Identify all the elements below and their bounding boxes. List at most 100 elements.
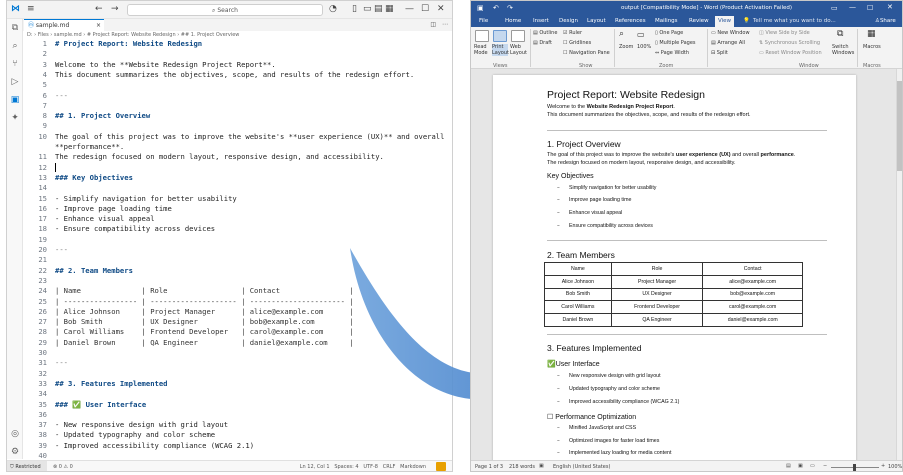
layout-icon[interactable]: ▤ bbox=[374, 4, 383, 14]
tab-mailings[interactable]: Mailings bbox=[655, 18, 678, 24]
cursor-position[interactable]: Ln 12, Col 1 bbox=[300, 464, 330, 470]
source-control-icon[interactable]: ⑂ bbox=[10, 59, 20, 69]
save-icon[interactable]: ▣ bbox=[477, 4, 484, 12]
run-debug-icon[interactable]: ▷ bbox=[10, 77, 20, 87]
breadcrumb[interactable]: D: › Files › sample.md › # Project Repor… bbox=[27, 32, 239, 38]
close-icon[interactable]: ✕ bbox=[437, 4, 445, 14]
close-icon[interactable]: ✕ bbox=[887, 3, 893, 11]
undo-icon[interactable]: ↶ bbox=[493, 4, 499, 12]
customize-layout-icon[interactable]: ▦ bbox=[385, 4, 394, 14]
code-line[interactable]: Welcome to the **Website Redesign Projec… bbox=[55, 60, 276, 69]
split-editor-icon[interactable]: ◫ bbox=[430, 21, 436, 28]
zoom-level[interactable]: 100% bbox=[888, 464, 902, 470]
code-line[interactable]: | Name | Role | Contact | bbox=[55, 286, 354, 295]
code-line[interactable]: | Alice Johnson | Project Manager | alic… bbox=[55, 307, 354, 316]
toggle-panel-icon[interactable]: ▯ bbox=[352, 4, 357, 14]
language-mode[interactable]: Markdown bbox=[400, 464, 426, 470]
share-button[interactable]: ♙Share bbox=[875, 18, 896, 24]
minimize-icon[interactable]: — bbox=[849, 3, 856, 11]
code-line[interactable]: - Improved accessibility compliance (WCA… bbox=[55, 441, 254, 450]
code-line[interactable]: This document summarizes the objectives,… bbox=[55, 70, 414, 79]
switch-windows-icon[interactable]: ⧉ bbox=[837, 29, 843, 39]
new-window-button[interactable]: ▭ New Window bbox=[711, 30, 750, 36]
ruler-checkbox[interactable]: ☑ Ruler bbox=[563, 30, 582, 36]
web-layout-status-icon[interactable]: ▭ bbox=[810, 463, 815, 469]
document-page[interactable]: Project Report: Website Redesign Welcome… bbox=[493, 75, 856, 471]
code-line[interactable]: - New responsive design with grid layout bbox=[55, 420, 228, 429]
multiple-pages-button[interactable]: ▯ Multiple Pages bbox=[655, 40, 696, 46]
tab-home[interactable]: Home bbox=[505, 18, 521, 24]
read-mode-button[interactable]: Read Mode bbox=[474, 44, 490, 56]
maximize-icon[interactable]: ☐ bbox=[867, 4, 873, 12]
zoom-in-icon[interactable]: + bbox=[881, 463, 885, 469]
scrollbar-thumb[interactable] bbox=[897, 81, 902, 171]
web-layout-icon[interactable] bbox=[511, 30, 525, 42]
switch-windows-button[interactable]: Switch Windows bbox=[832, 44, 854, 56]
forward-arrow-icon[interactable]: → bbox=[111, 4, 119, 14]
one-page-button[interactable]: ▯ One Page bbox=[655, 30, 683, 36]
web-layout-button[interactable]: Web Layout bbox=[510, 44, 527, 56]
split-button[interactable]: ⊟ Split bbox=[711, 50, 728, 56]
code-line[interactable]: | Bob Smith | UX Designer | bob@example.… bbox=[55, 317, 354, 326]
tab-insert[interactable]: Insert bbox=[533, 18, 549, 24]
view-side-by-side-button[interactable]: ◫ View Side by Side bbox=[759, 30, 810, 36]
toggle-sidebar-icon[interactable]: ▭ bbox=[363, 4, 372, 14]
tab-review[interactable]: Review bbox=[689, 18, 709, 24]
word-count[interactable]: 218 words bbox=[509, 464, 535, 470]
code-line[interactable]: --- bbox=[55, 358, 68, 367]
menu-icon[interactable]: ≡ bbox=[27, 4, 35, 14]
command-search-box[interactable]: ⌕ Search bbox=[127, 4, 323, 16]
code-line[interactable]: ## 2. Team Members bbox=[55, 266, 133, 275]
restricted-mode-indicator[interactable]: ⛉ Restricted Mode bbox=[7, 461, 47, 471]
navigation-pane-checkbox[interactable]: ☐ Navigation Pane bbox=[563, 50, 610, 56]
search-view-icon[interactable]: ⌕ bbox=[10, 41, 20, 51]
read-mode-status-icon[interactable]: ▤ bbox=[786, 463, 791, 469]
synchronous-scrolling-button[interactable]: ⇅ Synchronous Scrolling bbox=[759, 40, 820, 46]
print-layout-button[interactable]: Print Layout bbox=[492, 44, 509, 56]
code-line[interactable]: # Project Report: Website Redesign bbox=[55, 39, 202, 48]
code-line[interactable]: - Improve page loading time bbox=[55, 204, 172, 213]
zoom-100-button[interactable]: 100% bbox=[637, 44, 651, 50]
code-line[interactable]: - Enhance visual appeal bbox=[55, 214, 155, 223]
code-line[interactable]: --- bbox=[55, 91, 68, 100]
gridlines-checkbox[interactable]: ☐ Gridlines bbox=[563, 40, 591, 46]
copilot-icon[interactable]: ◔ bbox=[329, 4, 337, 14]
problems-indicator[interactable]: ⊗ 0 ⚠ 0 bbox=[53, 464, 73, 470]
code-line[interactable]: ## 1. Project Overview bbox=[55, 111, 150, 120]
code-line[interactable]: | Carol Williams | Frontend Developer | … bbox=[55, 327, 354, 336]
tab-references[interactable]: References bbox=[615, 18, 646, 24]
zoom-button[interactable]: Zoom bbox=[619, 44, 633, 50]
settings-gear-icon[interactable]: ⚙ bbox=[10, 447, 20, 457]
zoom-out-icon[interactable]: − bbox=[823, 463, 827, 469]
code-line[interactable]: ### ✅ User Interface bbox=[55, 400, 146, 409]
tab-design[interactable]: Design bbox=[559, 18, 578, 24]
zoom-icon[interactable]: ⌕ bbox=[619, 29, 624, 39]
tab-view[interactable]: View bbox=[715, 16, 735, 27]
macros-icon[interactable]: ▦ bbox=[867, 29, 876, 39]
tab-file[interactable]: File bbox=[479, 18, 488, 24]
print-layout-icon[interactable] bbox=[493, 30, 507, 42]
arrange-all-button[interactable]: ▤ Arrange All bbox=[711, 40, 745, 46]
code-line[interactable]: | Daniel Brown | QA Engineer | daniel@ex… bbox=[55, 338, 354, 347]
encoding[interactable]: UTF-8 bbox=[363, 464, 378, 470]
code-line[interactable]: --- bbox=[55, 245, 68, 254]
line-ending[interactable]: CRLF bbox=[383, 464, 396, 470]
code-line[interactable]: - Ensure compatibility across devices bbox=[55, 224, 215, 233]
outline-button[interactable]: ▤ Outline bbox=[533, 30, 557, 36]
close-tab-icon[interactable]: × bbox=[96, 20, 101, 31]
copilot-chat-icon[interactable]: ✦ bbox=[10, 113, 20, 123]
code-line[interactable]: - Simplify navigation for better usabili… bbox=[55, 194, 237, 203]
code-line[interactable]: - Updated typography and color scheme bbox=[55, 430, 215, 439]
language-indicator[interactable]: English (United States) bbox=[553, 464, 610, 470]
tab-layout[interactable]: Layout bbox=[587, 18, 606, 24]
macros-button[interactable]: Macros bbox=[863, 44, 881, 50]
indentation[interactable]: Spaces: 4 bbox=[334, 464, 358, 470]
account-icon[interactable]: ◎ bbox=[10, 429, 20, 439]
code-line[interactable]: **performance**. bbox=[55, 142, 124, 151]
page-count[interactable]: Page 1 of 3 bbox=[475, 464, 503, 470]
redo-icon[interactable]: ↷ bbox=[507, 4, 513, 12]
maximize-icon[interactable]: ☐ bbox=[421, 4, 429, 14]
print-layout-status-icon[interactable]: ▣ bbox=[798, 463, 803, 469]
code-line[interactable]: ### Key Objectives bbox=[55, 173, 133, 182]
tell-me-box[interactable]: Tell me what you want to do... bbox=[753, 18, 836, 24]
